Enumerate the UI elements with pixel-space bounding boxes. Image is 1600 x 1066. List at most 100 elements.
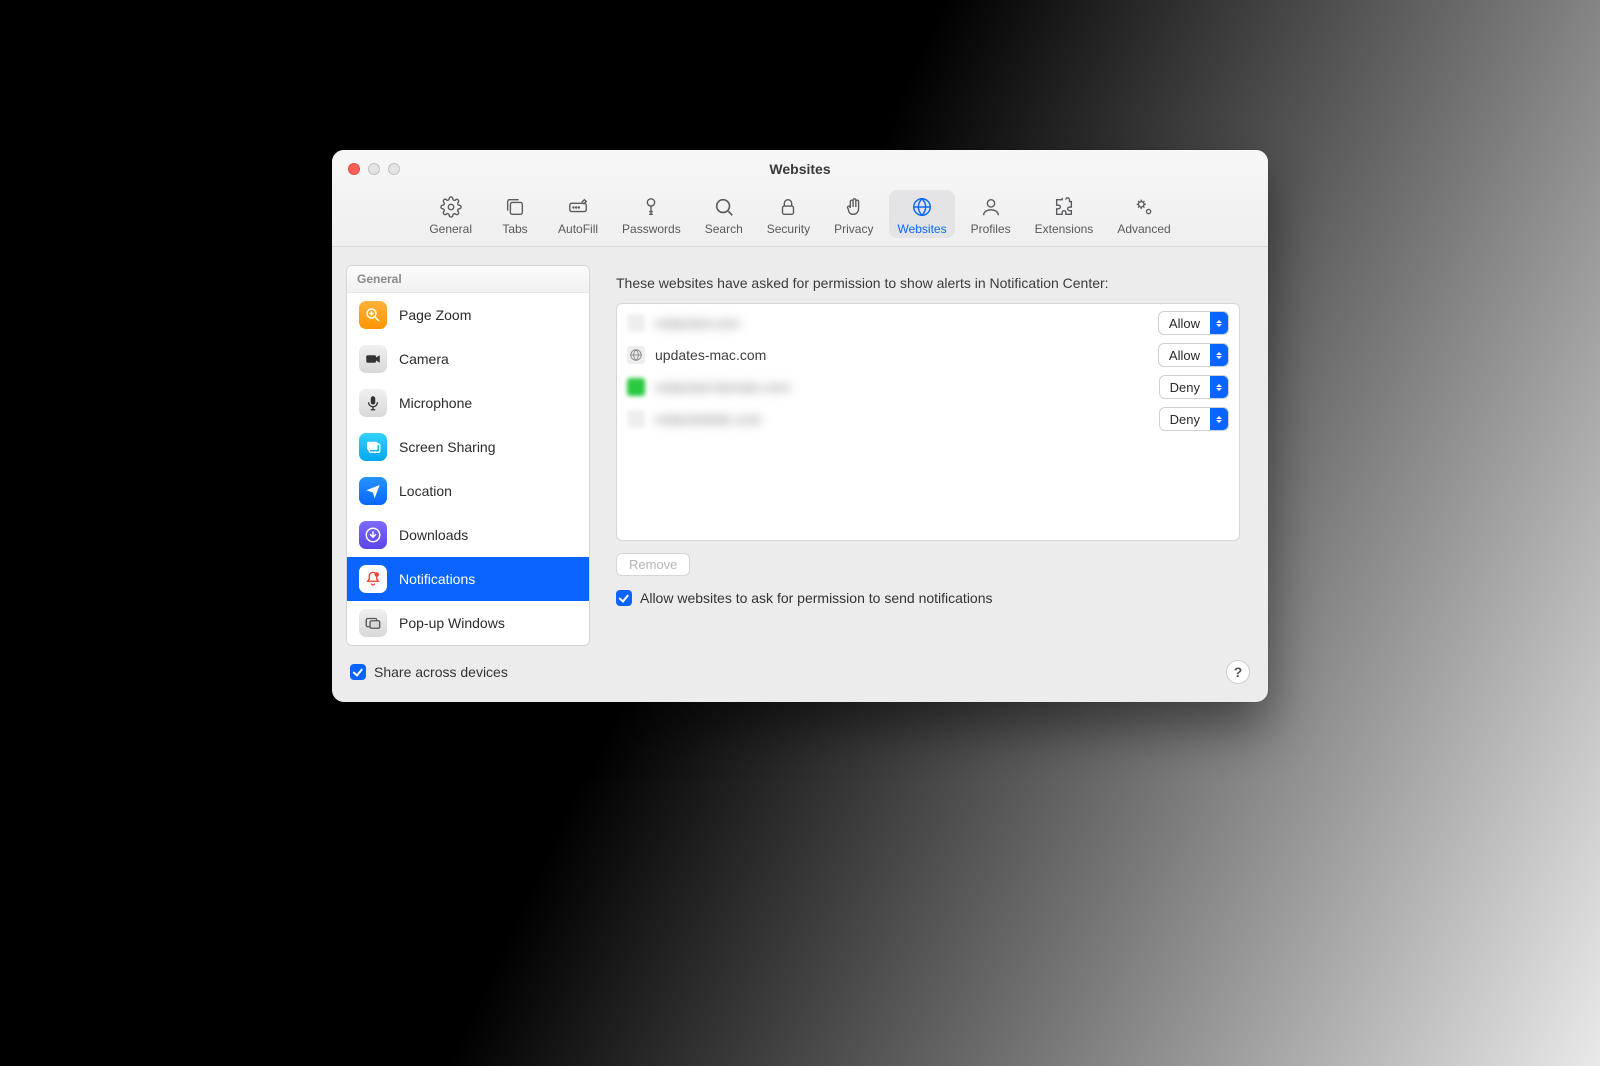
notification-sites-list: redacted.com Allow updates-mac.com Allow — [616, 303, 1240, 541]
below-list-controls: Remove Allow websites to ask for permiss… — [616, 553, 1240, 606]
window-title: Websites — [332, 161, 1268, 177]
preferences-window: Websites General Tabs AutoFill — [332, 150, 1268, 702]
main-panel: These websites have asked for permission… — [602, 265, 1254, 646]
sidebar-item-microphone[interactable]: Microphone — [347, 381, 589, 425]
permission-select[interactable]: Allow — [1158, 311, 1229, 335]
tab-label: AutoFill — [558, 222, 598, 236]
share-across-devices-row[interactable]: Share across devices — [350, 664, 508, 680]
site-favicon-icon — [627, 314, 645, 332]
checkbox-checked-icon — [616, 590, 632, 606]
site-favicon-icon — [627, 410, 645, 428]
site-domain: redacted.com — [655, 315, 740, 331]
sidebar-item-popup-windows[interactable]: Pop-up Windows — [347, 601, 589, 645]
chevron-updown-icon — [1210, 312, 1228, 334]
tab-profiles[interactable]: Profiles — [963, 190, 1019, 238]
site-domain: redactedsite.com — [655, 411, 762, 427]
site-favicon-icon — [627, 378, 645, 396]
site-domain: updates-mac.com — [655, 347, 766, 363]
site-row[interactable]: redactedsite.com Deny — [623, 404, 1233, 434]
remove-button[interactable]: Remove — [616, 553, 690, 576]
tab-label: Extensions — [1035, 222, 1094, 236]
location-icon — [359, 477, 387, 505]
titlebar: Websites — [332, 150, 1268, 188]
allow-ask-checkbox-row[interactable]: Allow websites to ask for permission to … — [616, 590, 1240, 606]
chevron-updown-icon — [1210, 408, 1228, 430]
tab-label: General — [429, 222, 472, 236]
permission-value: Allow — [1159, 316, 1210, 331]
sidebar-item-label: Location — [399, 483, 452, 499]
tab-search[interactable]: Search — [697, 190, 751, 238]
tab-label: Tabs — [502, 222, 527, 236]
sidebar-item-label: Camera — [399, 351, 449, 367]
help-icon: ? — [1234, 664, 1243, 680]
sidebar-section-header: General — [347, 266, 589, 293]
gear-icon — [438, 194, 464, 220]
tabs-icon — [502, 194, 528, 220]
permission-select[interactable]: Allow — [1158, 343, 1229, 367]
bell-icon — [359, 565, 387, 593]
site-domain: redacted-domain.com — [655, 379, 790, 395]
tab-websites[interactable]: Websites — [889, 190, 954, 238]
popup-icon — [359, 609, 387, 637]
content-area: General Page Zoom Camera Microphone — [332, 247, 1268, 660]
tab-label: Security — [767, 222, 810, 236]
tab-passwords[interactable]: Passwords — [614, 190, 689, 238]
sidebar-item-label: Notifications — [399, 571, 475, 587]
sidebar-item-label: Microphone — [399, 395, 472, 411]
chevron-updown-icon — [1210, 344, 1228, 366]
sidebar-item-page-zoom[interactable]: Page Zoom — [347, 293, 589, 337]
tab-label: Websites — [897, 222, 946, 236]
footer: Share across devices ? — [332, 660, 1268, 702]
tab-security[interactable]: Security — [759, 190, 818, 238]
camera-icon — [359, 345, 387, 373]
settings-sidebar: General Page Zoom Camera Microphone — [346, 265, 590, 646]
sidebar-item-label: Downloads — [399, 527, 468, 543]
zoom-icon — [359, 301, 387, 329]
panel-description: These websites have asked for permission… — [616, 275, 1240, 291]
chevron-updown-icon — [1210, 376, 1228, 398]
sidebar-item-label: Page Zoom — [399, 307, 471, 323]
tab-label: Search — [705, 222, 743, 236]
tab-advanced[interactable]: Advanced — [1109, 190, 1178, 238]
pencil-icon — [565, 194, 591, 220]
tab-general[interactable]: General — [421, 190, 480, 238]
tab-autofill[interactable]: AutoFill — [550, 190, 606, 238]
tab-extensions[interactable]: Extensions — [1027, 190, 1102, 238]
tab-privacy[interactable]: Privacy — [826, 190, 881, 238]
tab-label: Profiles — [971, 222, 1011, 236]
site-row[interactable]: redacted.com Allow — [623, 308, 1233, 338]
site-row[interactable]: redacted-domain.com Deny — [623, 372, 1233, 402]
tab-tabs[interactable]: Tabs — [488, 190, 542, 238]
screen-sharing-icon — [359, 433, 387, 461]
permission-select[interactable]: Deny — [1159, 407, 1229, 431]
site-row[interactable]: updates-mac.com Allow — [623, 340, 1233, 370]
key-icon — [638, 194, 664, 220]
permission-select[interactable]: Deny — [1159, 375, 1229, 399]
lock-icon — [775, 194, 801, 220]
puzzle-icon — [1051, 194, 1077, 220]
sidebar-item-screen-sharing[interactable]: Screen Sharing — [347, 425, 589, 469]
sidebar-item-downloads[interactable]: Downloads — [347, 513, 589, 557]
microphone-icon — [359, 389, 387, 417]
sidebar-item-notifications[interactable]: Notifications — [347, 557, 589, 601]
title-area: Websites General Tabs AutoFill — [332, 150, 1268, 247]
prefs-toolbar: General Tabs AutoFill Passwords — [332, 188, 1268, 246]
sidebar-item-label: Screen Sharing — [399, 439, 496, 455]
checkbox-label: Allow websites to ask for permission to … — [640, 590, 993, 606]
globe-icon — [909, 194, 935, 220]
gears-icon — [1131, 194, 1157, 220]
sidebar-item-label: Pop-up Windows — [399, 615, 505, 631]
tab-label: Privacy — [834, 222, 873, 236]
sidebar-item-camera[interactable]: Camera — [347, 337, 589, 381]
sidebar-item-location[interactable]: Location — [347, 469, 589, 513]
permission-value: Deny — [1160, 412, 1210, 427]
help-button[interactable]: ? — [1226, 660, 1250, 684]
globe-favicon-icon — [627, 346, 645, 364]
permission-value: Deny — [1160, 380, 1210, 395]
downloads-icon — [359, 521, 387, 549]
search-icon — [711, 194, 737, 220]
checkbox-checked-icon — [350, 664, 366, 680]
permission-value: Allow — [1159, 348, 1210, 363]
hand-icon — [841, 194, 867, 220]
tab-label: Advanced — [1117, 222, 1170, 236]
